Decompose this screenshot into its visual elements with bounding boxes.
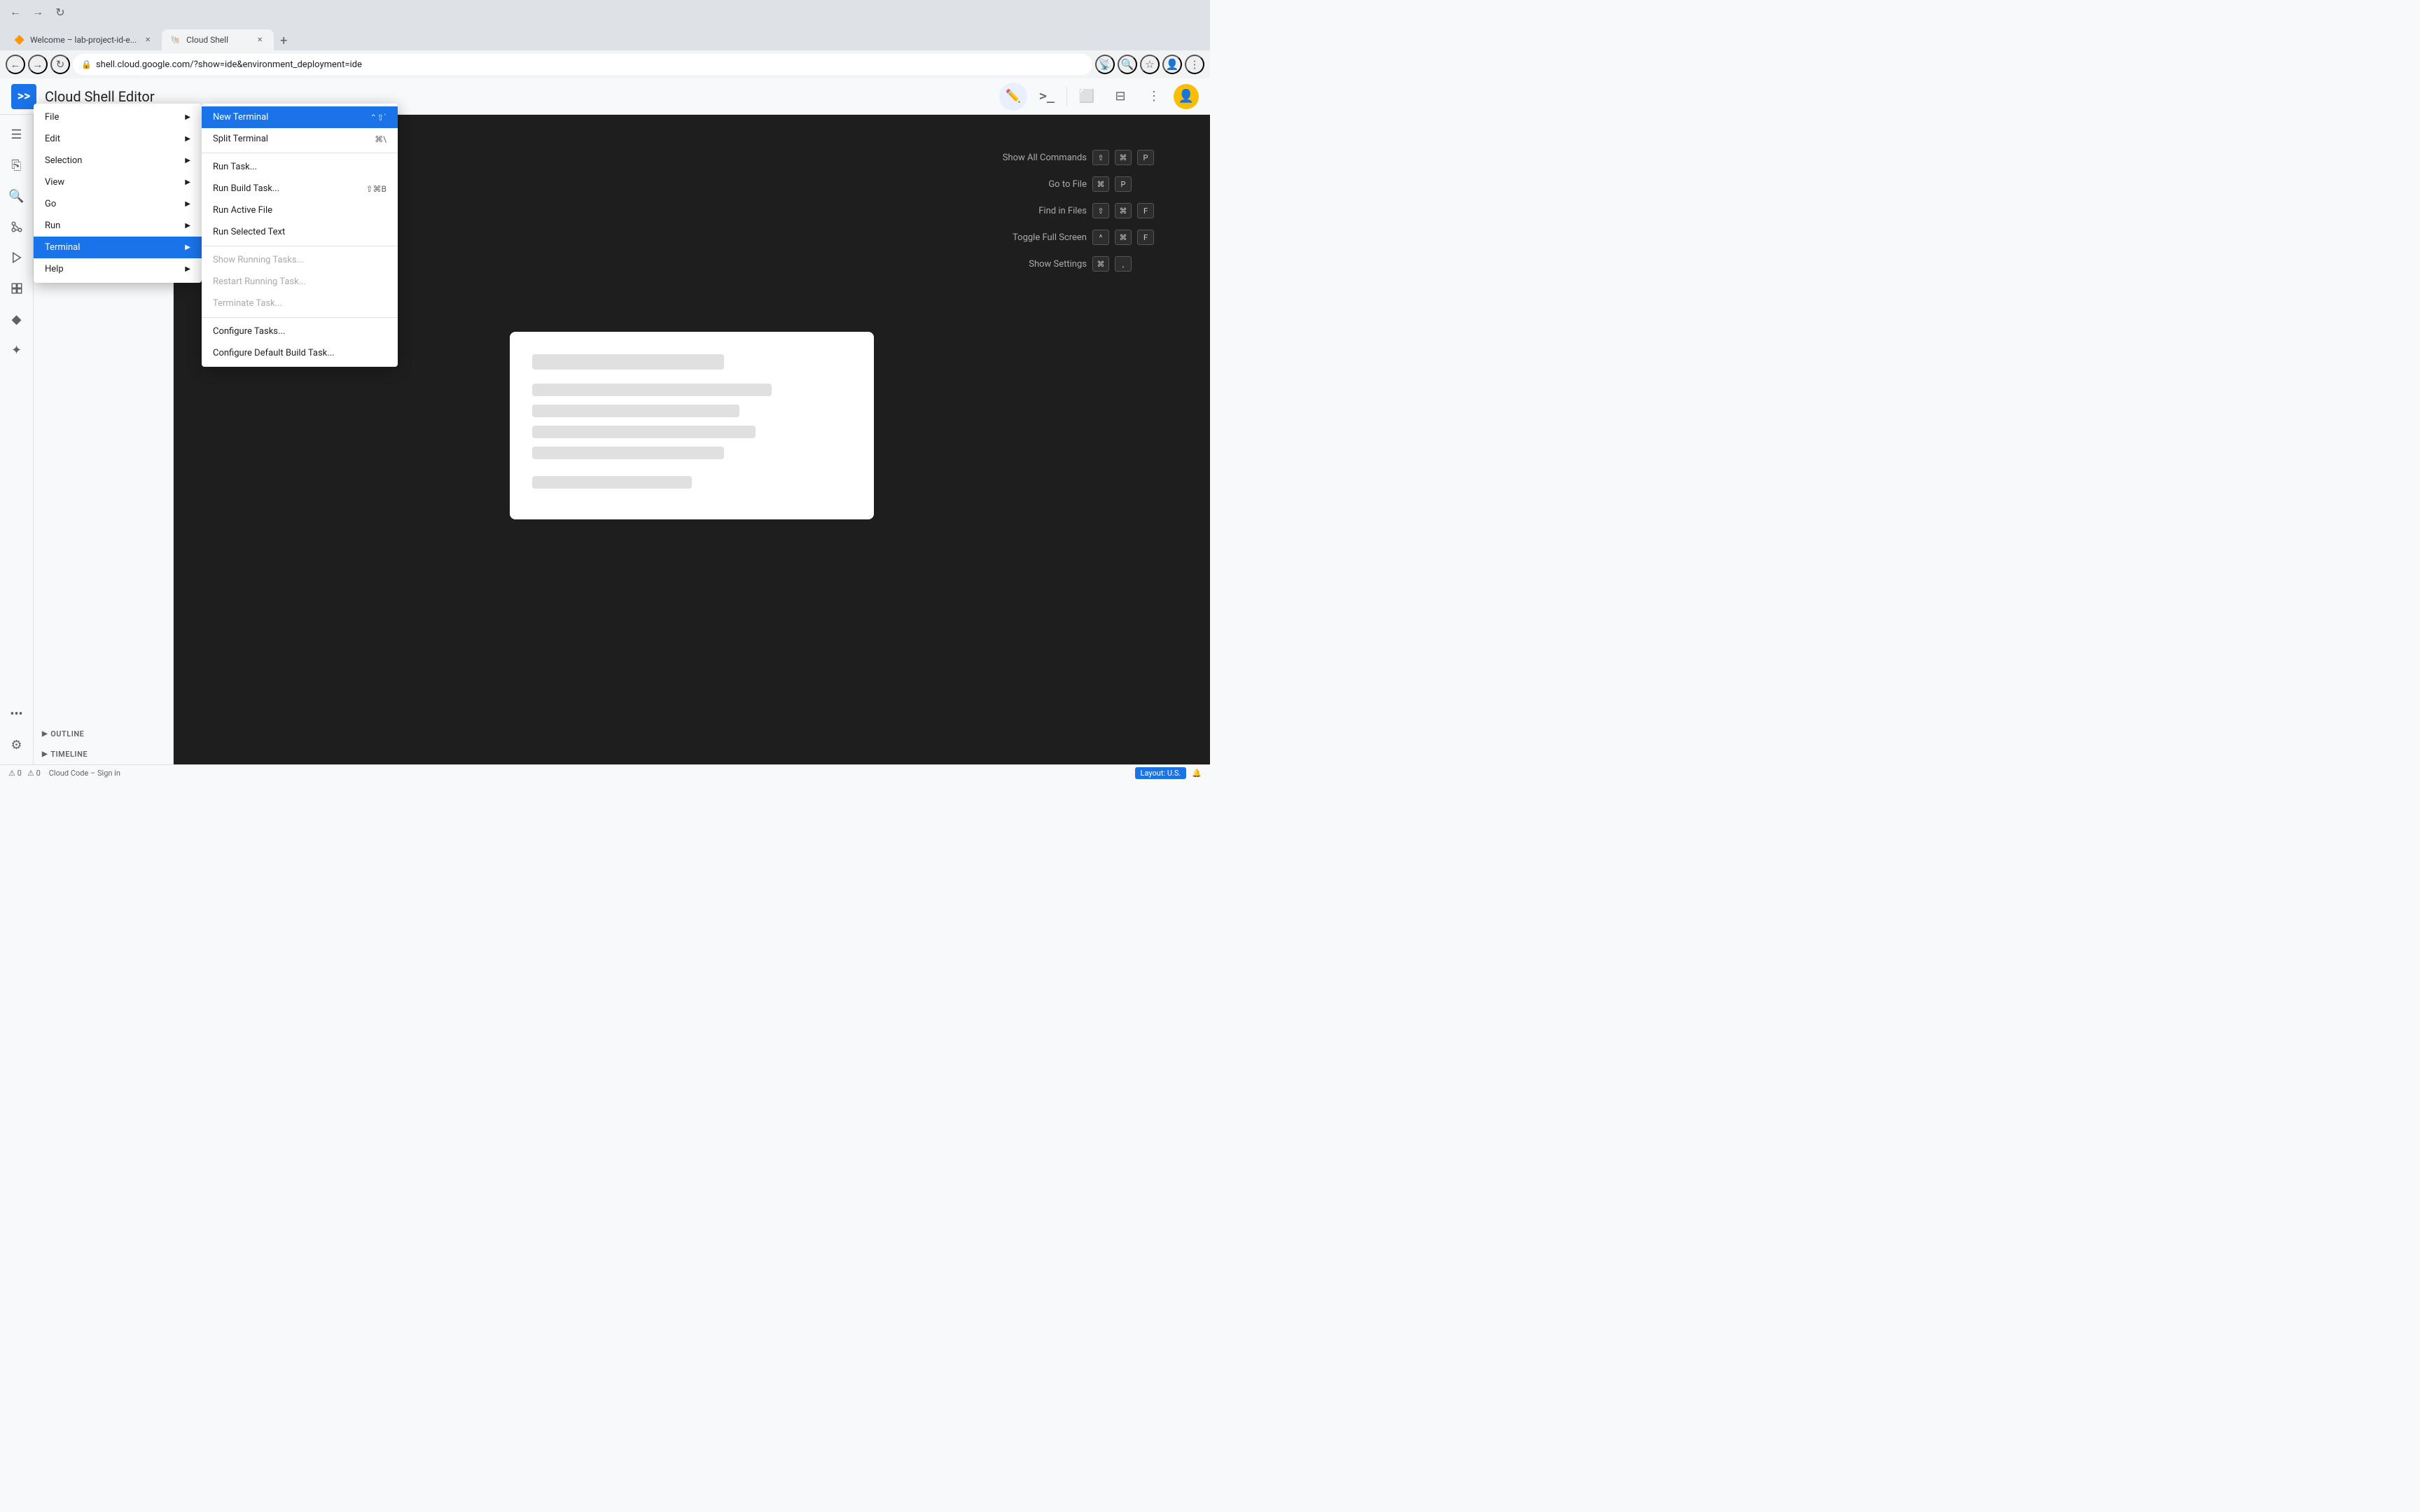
- submenu-run-selected-text-label: Run Selected Text: [213, 227, 375, 237]
- menu-chevron-edit: ▶: [185, 135, 190, 143]
- menu-chevron-terminal: ▶: [185, 244, 190, 251]
- menu-item-run[interactable]: Run ▶: [34, 215, 202, 237]
- submenu-configure-default-build[interactable]: Configure Default Build Task...: [202, 342, 398, 364]
- submenu-restart-running-task: Restart Running Task...: [202, 271, 398, 293]
- submenu-split-terminal-shortcut: ⌘\: [375, 134, 387, 144]
- submenu-split-terminal[interactable]: Split Terminal ⌘\: [202, 128, 398, 150]
- menu-chevron-view: ▶: [185, 178, 190, 186]
- submenu-new-terminal[interactable]: New Terminal ⌃⇧`: [202, 106, 398, 128]
- menu-item-view[interactable]: View ▶: [34, 172, 202, 193]
- submenu-terminate-task-label: Terminate Task...: [213, 298, 387, 309]
- menu-item-selection[interactable]: Selection ▶: [34, 150, 202, 172]
- menu-item-help-label: Help: [45, 264, 185, 274]
- menu-chevron-help: ▶: [185, 265, 190, 273]
- menu-chevron-file: ▶: [185, 113, 190, 121]
- menu-item-terminal[interactable]: Terminal ▶: [34, 237, 202, 258]
- menu-item-file[interactable]: File ▶: [34, 106, 202, 128]
- menu-item-run-label: Run: [45, 220, 185, 231]
- submenu-run-build-task[interactable]: Run Build Task... ⇧⌘B: [202, 178, 398, 200]
- menu-chevron-go: ▶: [185, 200, 190, 208]
- submenu-show-running-tasks: Show Running Tasks...: [202, 249, 398, 271]
- submenu-show-running-tasks-label: Show Running Tasks...: [213, 255, 387, 265]
- main-menu: File ▶ Edit ▶ Selection ▶ View ▶ Go ▶ Ru…: [34, 104, 202, 283]
- submenu-run-build-task-shortcut: ⇧⌘B: [366, 184, 387, 194]
- submenu-configure-default-build-label: Configure Default Build Task...: [213, 348, 387, 358]
- submenu-terminate-task: Terminate Task...: [202, 293, 398, 314]
- submenu-restart-running-task-label: Restart Running Task...: [213, 276, 387, 287]
- submenu-configure-tasks[interactable]: Configure Tasks...: [202, 321, 398, 342]
- submenu-new-terminal-label: New Terminal: [213, 112, 359, 122]
- submenu-run-task[interactable]: Run Task...: [202, 156, 398, 178]
- menu-item-terminal-label: Terminal: [45, 242, 185, 253]
- menu-item-go-label: Go: [45, 199, 185, 209]
- submenu-run-task-label: Run Task...: [213, 162, 375, 172]
- menu-chevron-selection: ▶: [185, 157, 190, 164]
- submenu-divider-3: [202, 317, 398, 318]
- submenu-new-terminal-shortcut: ⌃⇧`: [370, 113, 387, 122]
- menu-item-edit-label: Edit: [45, 134, 185, 144]
- submenu-run-build-task-label: Run Build Task...: [213, 183, 354, 194]
- menu-chevron-run: ▶: [185, 222, 190, 230]
- menu-item-edit[interactable]: Edit ▶: [34, 128, 202, 150]
- menu-item-view-label: View: [45, 177, 185, 188]
- submenu-configure-tasks-label: Configure Tasks...: [213, 326, 387, 337]
- submenu-run-selected-text[interactable]: Run Selected Text: [202, 221, 398, 243]
- menu-item-help[interactable]: Help ▶: [34, 258, 202, 280]
- menu-overlay[interactable]: File ▶ Edit ▶ Selection ▶ View ▶ Go ▶ Ru…: [0, 0, 2420, 1512]
- submenu-run-active-file-label: Run Active File: [213, 205, 375, 216]
- menu-item-go[interactable]: Go ▶: [34, 193, 202, 215]
- menu-item-selection-label: Selection: [45, 155, 185, 166]
- submenu-split-terminal-label: Split Terminal: [213, 134, 363, 144]
- menu-item-file-label: File: [45, 112, 185, 122]
- submenu-run-active-file[interactable]: Run Active File: [202, 200, 398, 221]
- terminal-submenu: New Terminal ⌃⇧` Split Terminal ⌘\ Run T…: [202, 104, 398, 367]
